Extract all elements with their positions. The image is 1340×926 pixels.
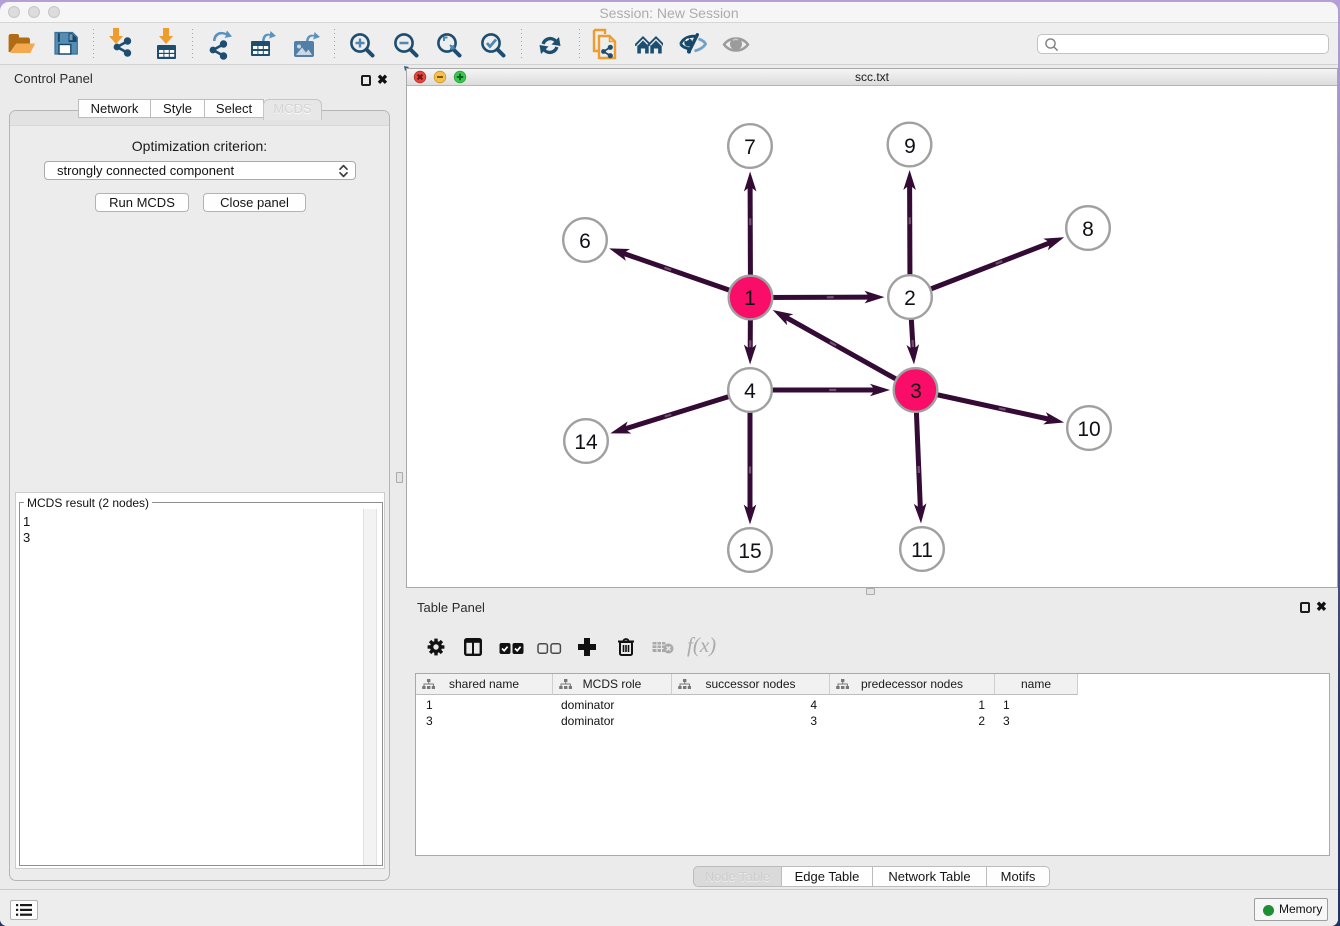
- svg-text:1: 1: [744, 287, 756, 310]
- svg-text:8: 8: [1082, 218, 1094, 241]
- svg-text:10: 10: [1077, 418, 1100, 441]
- svg-text:6: 6: [579, 230, 591, 253]
- svg-text:15: 15: [738, 540, 761, 563]
- svg-text:2: 2: [904, 287, 916, 310]
- svg-text:14: 14: [574, 431, 598, 454]
- svg-text:7: 7: [744, 136, 756, 159]
- svg-text:9: 9: [904, 135, 916, 158]
- svg-text:3: 3: [910, 380, 922, 403]
- svg-text:4: 4: [744, 380, 756, 403]
- svg-text:11: 11: [911, 539, 933, 562]
